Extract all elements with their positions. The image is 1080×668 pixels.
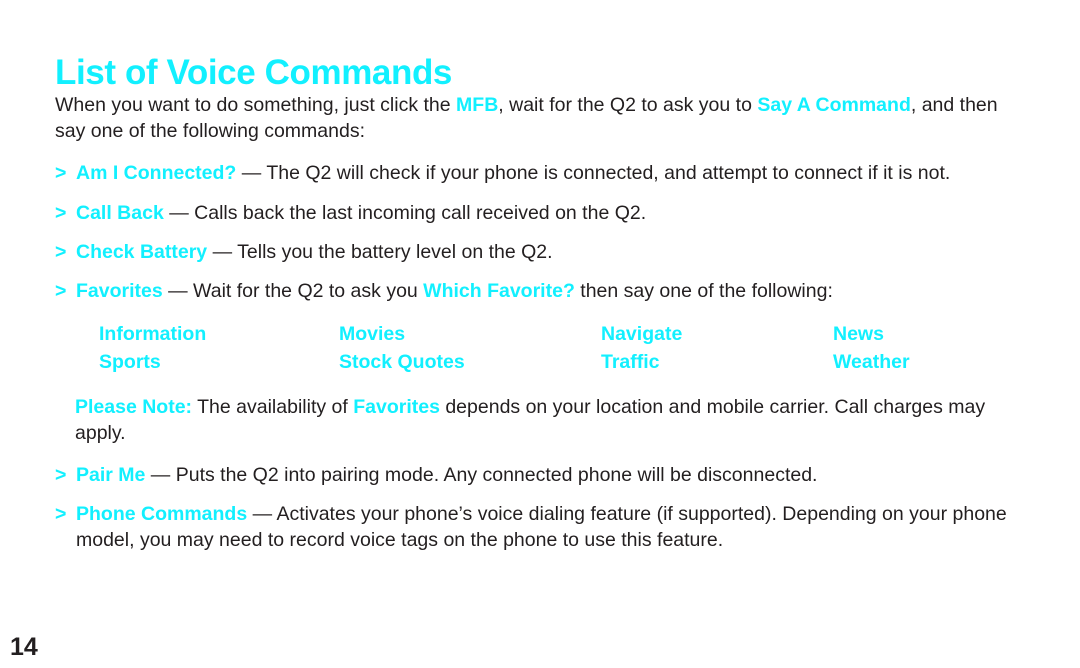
command-description-text: Puts the Q2 into pairing mode. Any conne… (175, 464, 818, 486)
bullet-marker-icon: > (55, 503, 67, 525)
command-description-text: Tells you the battery level on the Q2. (237, 241, 553, 263)
bullet-marker-icon: > (55, 202, 67, 224)
document-body: When you want to do something, just clic… (55, 92, 1025, 566)
command-item-am-i-connected: > Am I Connected? — The Q2 will check if … (55, 160, 1025, 186)
command-item-phone-commands: > Phone Commands — Activates your phone’s… (55, 501, 1025, 553)
command-description-text: Calls back the last incoming call receiv… (194, 202, 647, 224)
favorite-option-news: News (833, 323, 884, 345)
note-highlight-favorites: Favorites (353, 396, 440, 418)
bullet-marker-icon: > (55, 280, 67, 302)
page-number: 14 (10, 633, 38, 661)
favorite-option-navigate: Navigate (601, 323, 683, 345)
favorite-option-traffic: Traffic (601, 351, 660, 373)
please-note-paragraph: Please Note: The availability of Favorit… (55, 394, 1025, 446)
command-term: Call Back (76, 202, 164, 224)
command-item-call-back: > Call Back — Calls back the last incomin… (55, 200, 1025, 226)
favorite-option-weather: Weather (833, 351, 910, 373)
intro-paragraph: When you want to do something, just clic… (55, 92, 1025, 144)
favorites-post-text: then say one of the following: (574, 280, 833, 302)
command-dash-glyph: — (169, 202, 189, 224)
favorite-option-movies: Movies (339, 323, 406, 345)
command-dash-glyph: — (252, 503, 273, 525)
intro-text-part2: , wait for the Q2 to ask you to (498, 94, 758, 116)
favorites-options-grid: Information Movies Navigate News Sports … (55, 320, 1025, 376)
bullet-marker-icon: > (55, 162, 67, 184)
command-term: Check Battery (76, 241, 208, 263)
command-term: Am I Connected? (76, 162, 237, 184)
favorite-option-sports: Sports (99, 351, 161, 373)
command-item-pair-me: > Pair Me — Puts the Q2 into pairing mode… (55, 462, 1025, 488)
document-page: List of Voice Commands When you want to … (0, 0, 1080, 668)
favorites-highlight-which-favorite: Which Favorite? (423, 280, 575, 302)
bullet-marker-icon: > (55, 464, 67, 486)
command-term: Pair Me (76, 464, 146, 486)
bullet-marker-icon: > (55, 241, 67, 263)
page-title: List of Voice Commands (55, 53, 452, 93)
command-item-check-battery: > Check Battery — Tells you the battery l… (55, 239, 1025, 265)
intro-highlight-mfb: MFB (456, 94, 499, 116)
favorites-pre-text: Wait for the Q2 to ask you (193, 280, 424, 302)
intro-text-part1: When you want to do something, just clic… (55, 94, 457, 116)
command-dash-glyph: — (241, 162, 262, 184)
command-item-favorites: > Favorites — Wait for the Q2 to ask you … (55, 278, 1025, 304)
command-term: Favorites (76, 280, 163, 302)
command-dash-glyph: — (212, 241, 233, 263)
command-description-text: The Q2 will check if your phone is conne… (266, 162, 951, 184)
favorite-option-information: Information (99, 323, 207, 345)
command-dash-glyph: — (168, 280, 188, 302)
please-note-label: Please Note: (75, 396, 193, 418)
note-text-part1: The availability of (192, 396, 354, 418)
favorite-option-stock-quotes: Stock Quotes (339, 351, 465, 373)
command-term: Phone Commands (76, 503, 248, 525)
command-dash-glyph: — (150, 464, 171, 486)
intro-highlight-say-a-command: Say A Command (757, 94, 911, 116)
